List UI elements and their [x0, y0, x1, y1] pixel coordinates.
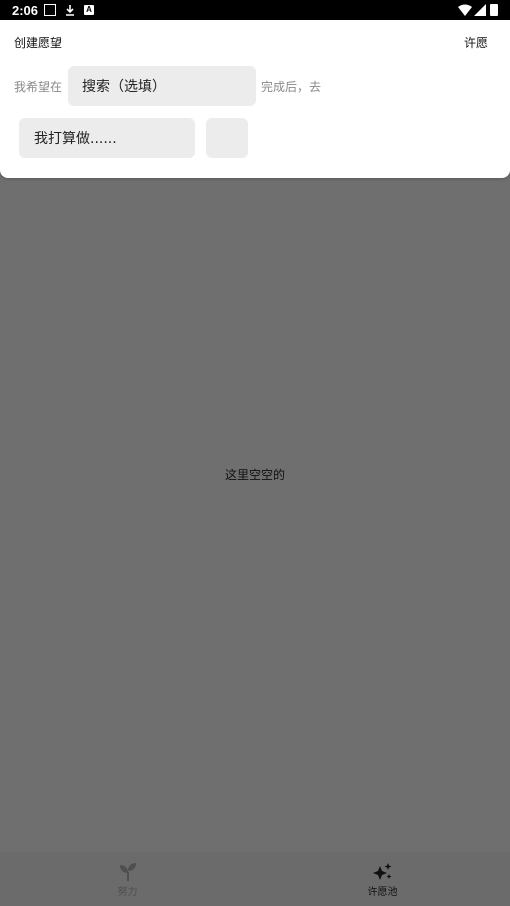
small-field[interactable] [206, 118, 248, 158]
cell-signal-icon [474, 4, 486, 16]
nav-item-wish-pool[interactable]: 许愿池 [255, 852, 510, 906]
notification-square-icon [44, 4, 56, 16]
nav-label-effort: 努力 [117, 887, 138, 898]
plan-placeholder: 我打算做...... [34, 131, 117, 147]
status-time: 2:06 [12, 3, 39, 18]
download-icon [64, 4, 76, 16]
status-bar: 2:06 A [0, 0, 510, 20]
nav-item-effort[interactable]: 努力 [0, 852, 255, 906]
app-a-icon: A [84, 5, 94, 15]
panel-title: 创建愿望 [14, 36, 63, 50]
make-wish-button[interactable]: 许愿 [464, 34, 488, 51]
bottom-nav: 努力 许愿池 [0, 852, 510, 906]
sparkle-icon [372, 862, 394, 882]
suffix-label: 完成后，去 [261, 80, 322, 94]
prefix-label: 我希望在 [14, 80, 63, 94]
battery-icon [490, 4, 498, 16]
plan-input[interactable]: 我打算做...... [19, 118, 195, 158]
empty-state-text: 这里空空的 [224, 468, 285, 482]
create-wish-panel: 创建愿望 许愿 我希望在 搜索（选填） 完成后，去 我打算做...... [0, 20, 510, 178]
sprout-icon [117, 862, 139, 882]
wifi-icon [458, 4, 472, 16]
search-placeholder: 搜索（选填） [82, 79, 166, 95]
search-input[interactable]: 搜索（选填） [68, 66, 256, 106]
nav-label-wish-pool: 许愿池 [367, 887, 398, 898]
